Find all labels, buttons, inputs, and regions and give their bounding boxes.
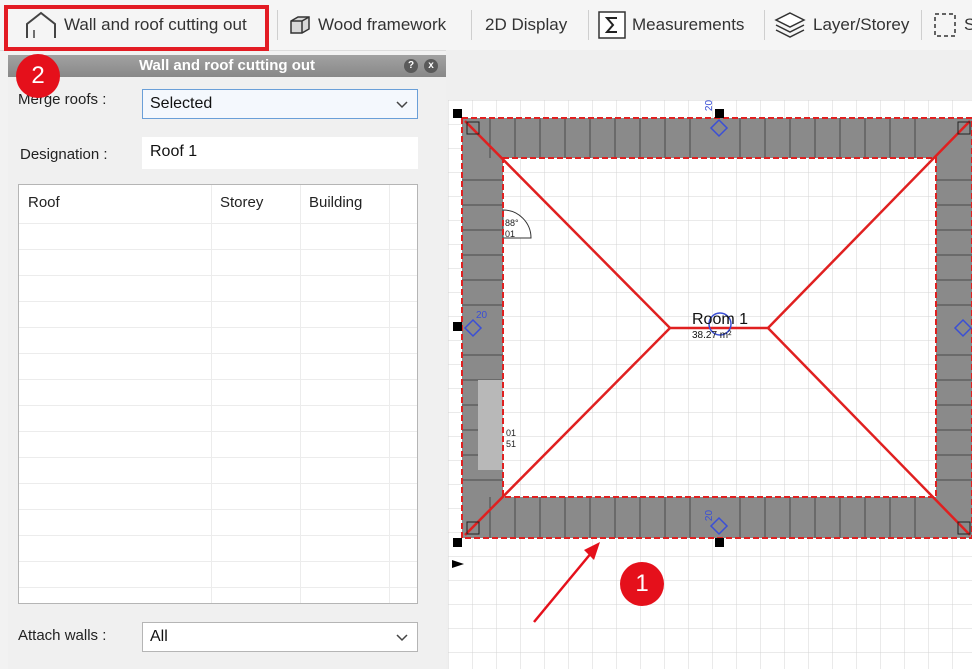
designation-field[interactable]: Roof 1 — [142, 137, 418, 169]
dimension-label: 88° — [505, 218, 519, 228]
column-divider — [389, 185, 390, 603]
annotation-arrow — [533, 542, 600, 623]
table-row — [19, 275, 417, 276]
dialog-title: Wall and roof cutting out — [8, 55, 446, 77]
column-divider — [300, 185, 301, 603]
column-header-building[interactable]: Building — [300, 185, 390, 223]
column-header-roof[interactable]: Roof — [19, 185, 211, 223]
toolbar-separator — [277, 10, 278, 40]
table-row — [19, 223, 417, 224]
cube-icon — [290, 16, 310, 34]
selection-button[interactable]: S — [932, 0, 972, 50]
marker-top-label: 20 — [704, 99, 716, 112]
toolbar-highlight-box — [4, 5, 269, 51]
selection-frame-icon — [934, 13, 956, 37]
table-row — [19, 509, 417, 510]
2d-display-button[interactable]: 2D Display — [485, 0, 567, 50]
marker-left-label: 20 — [476, 310, 488, 321]
marker-bottom-label: 20 — [704, 509, 716, 522]
toolbar-separator — [921, 10, 922, 40]
table-row — [19, 431, 417, 432]
2d-display-label: 2D Display — [485, 15, 568, 34]
room-name: Room 1 — [692, 311, 749, 328]
column-header-storey[interactable]: Storey — [211, 185, 301, 223]
toolbar-separator — [471, 10, 472, 40]
table-row — [19, 535, 417, 536]
toolbar-separator — [764, 10, 765, 40]
room-area: 38.27 m² — [692, 330, 732, 341]
layers-icon — [774, 12, 806, 38]
step-badge-2: 2 — [16, 54, 60, 98]
chevron-down-icon — [396, 634, 408, 642]
dimension-label: 01 — [505, 229, 516, 239]
layer-storey-button[interactable]: Layer/Storey — [773, 0, 909, 50]
sigma-icon — [598, 11, 626, 39]
wood-framework-button[interactable]: Wood framework — [288, 0, 446, 50]
dimension-label: 01 — [506, 428, 517, 438]
table-row — [19, 379, 417, 380]
attach-walls-select[interactable]: All — [142, 622, 418, 652]
attach-walls-label: Attach walls : — [18, 627, 107, 644]
table-row — [19, 353, 417, 354]
selection-label: S — [964, 15, 972, 34]
measurements-button[interactable]: Measurements — [598, 0, 744, 50]
designation-value: Roof 1 — [150, 143, 198, 160]
table-row — [19, 457, 417, 458]
toolbar-separator — [588, 10, 589, 40]
table-row — [19, 483, 417, 484]
table-row — [19, 301, 417, 302]
table-row — [19, 587, 417, 588]
table-row — [19, 561, 417, 562]
layer-storey-label: Layer/Storey — [813, 15, 910, 34]
table-row — [19, 249, 417, 250]
table-row — [19, 327, 417, 328]
door-opening — [478, 380, 503, 470]
step-badge-1: 1 — [620, 562, 664, 606]
wood-framework-label: Wood framework — [318, 15, 447, 34]
table-row — [19, 405, 417, 406]
chevron-down-icon — [396, 101, 408, 109]
column-divider — [211, 185, 212, 603]
help-icon[interactable]: ? — [404, 59, 418, 73]
attach-walls-value: All — [150, 628, 168, 645]
designation-label: Designation : — [20, 146, 108, 163]
close-icon[interactable]: x — [424, 59, 438, 73]
merge-roofs-value: Selected — [150, 95, 213, 112]
roofs-table[interactable]: Roof Storey Building — [18, 184, 418, 604]
measurements-label: Measurements — [632, 15, 745, 34]
merge-roofs-select[interactable]: Selected — [142, 89, 418, 119]
dimension-label: 51 — [506, 439, 517, 449]
